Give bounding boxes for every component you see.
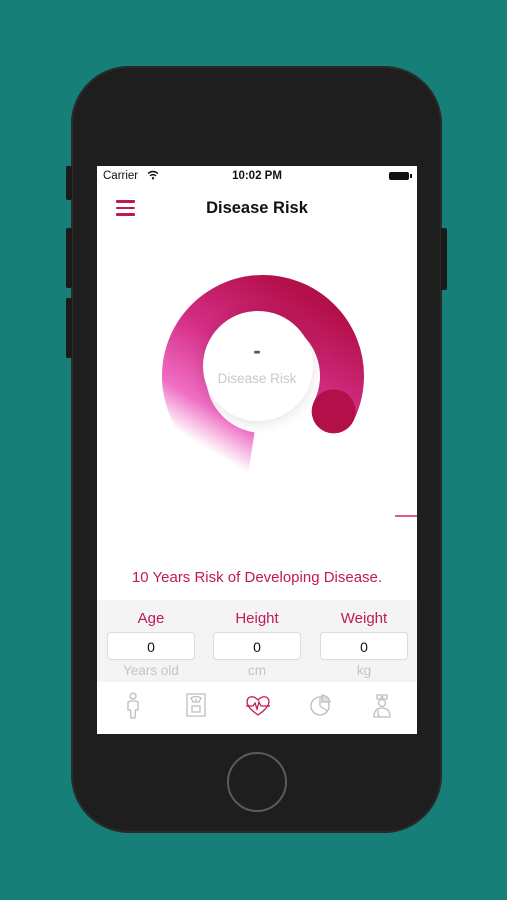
mute-switch — [66, 166, 72, 200]
age-field-group: Age 0 Years old — [107, 600, 195, 678]
risk-value: - — [253, 338, 261, 363]
navigation-bar: Disease Risk — [97, 188, 417, 228]
gauge-center — [203, 311, 313, 421]
tab-bar — [97, 682, 417, 734]
risk-description: 10 Years Risk of Developing Disease. — [131, 569, 383, 586]
scale-icon — [186, 693, 206, 717]
height-unit: cm — [248, 663, 266, 678]
weight-unit: kg — [356, 663, 372, 678]
tab-body[interactable] — [118, 690, 148, 720]
inputs-panel: Age 0 Years old Height 0 cm Weight 0 kg — [97, 600, 417, 682]
age-input[interactable]: 0 — [107, 632, 195, 660]
weight-field-group: Weight 0 kg — [320, 600, 408, 678]
age-label: Age — [137, 610, 165, 627]
volume-up-button — [66, 228, 72, 288]
height-field-group: Height 0 cm — [213, 600, 301, 678]
status-bar: Carrier 10:02 PM — [97, 166, 417, 186]
status-time: 10:02 PM — [232, 170, 282, 182]
doctor-icon — [373, 694, 391, 718]
battery-icon — [389, 172, 412, 180]
body-icon — [127, 692, 139, 719]
page-indicator — [395, 515, 417, 517]
power-button — [441, 228, 447, 290]
weight-input[interactable]: 0 — [320, 632, 408, 660]
risk-arc-end — [311, 389, 356, 434]
page-title: Disease Risk — [206, 199, 308, 217]
height-input[interactable]: 0 — [213, 632, 301, 660]
tab-heart[interactable] — [243, 690, 273, 720]
tab-scale[interactable] — [181, 690, 211, 720]
height-label: Height — [235, 610, 279, 627]
volume-down-button — [66, 298, 72, 358]
app-screen: Carrier 10:02 PM Disease Risk - Disease … — [97, 166, 417, 734]
age-unit: Years old — [123, 663, 179, 678]
tab-chart[interactable] — [305, 690, 335, 720]
tab-doctor[interactable] — [367, 690, 397, 720]
home-button[interactable] — [227, 752, 287, 812]
risk-caption: Disease Risk — [217, 371, 297, 386]
heartbeat-icon — [246, 696, 270, 716]
pie-chart-icon — [310, 694, 331, 716]
weight-label: Weight — [340, 610, 388, 627]
